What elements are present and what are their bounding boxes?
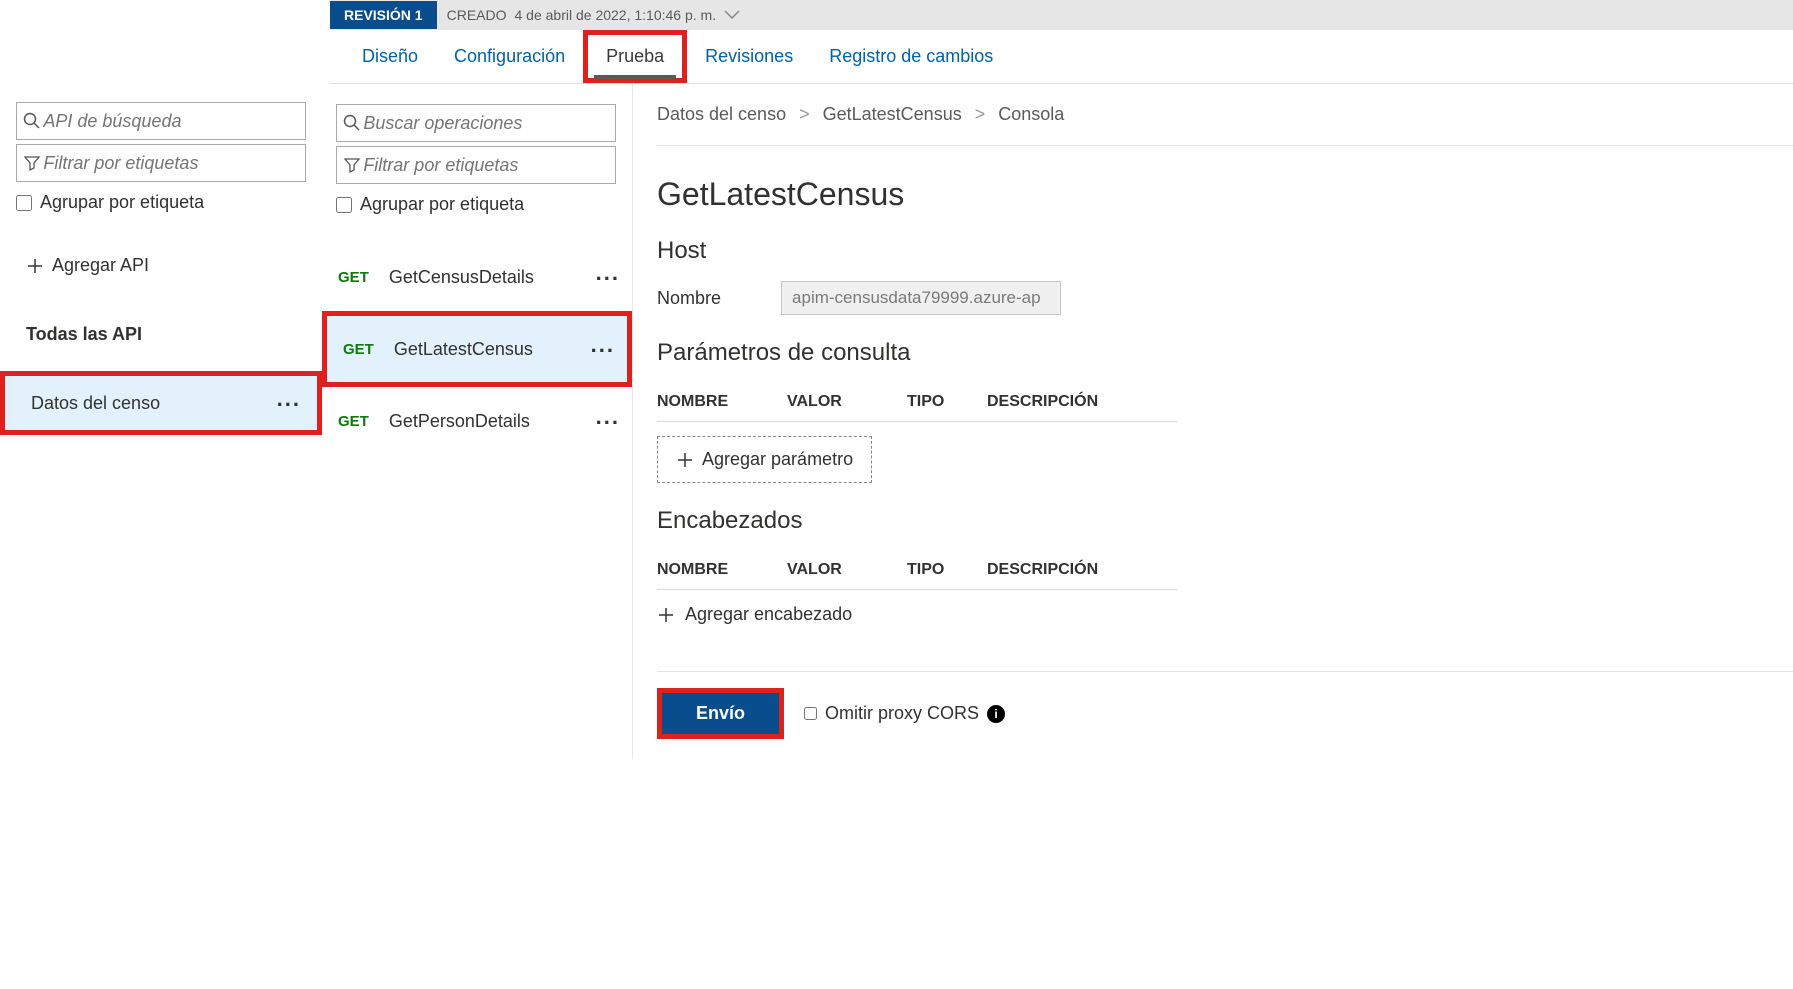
api-item-selected[interactable]: Datos del censo ... bbox=[0, 371, 322, 435]
sidebar-operations: Agrupar por etiqueta GET GetCensusDetails… bbox=[322, 84, 632, 759]
api-group-by-tag[interactable]: Agrupar por etiqueta bbox=[16, 192, 306, 213]
breadcrumb: Datos del censo > GetLatestCensus > Cons… bbox=[657, 84, 1793, 146]
tab-changelog[interactable]: Registro de cambios bbox=[811, 30, 1011, 83]
info-icon[interactable]: i bbox=[987, 705, 1005, 723]
group-by-tag-label: Agrupar por etiqueta bbox=[40, 192, 204, 213]
ellipsis-icon[interactable]: ... bbox=[277, 396, 301, 403]
plus-icon bbox=[657, 606, 675, 624]
group-by-tag-checkbox[interactable] bbox=[16, 195, 32, 211]
tab-design[interactable]: Diseño bbox=[344, 30, 436, 83]
col-type: TIPO bbox=[907, 393, 987, 411]
group-by-tag-checkbox[interactable] bbox=[336, 197, 352, 213]
ops-filter-box[interactable] bbox=[336, 146, 616, 184]
created-date: 4 de abril de 2022, 1:10:46 p. m. bbox=[515, 7, 717, 23]
api-search-input[interactable] bbox=[43, 111, 299, 132]
created-prefix: CREADO bbox=[447, 7, 507, 23]
tab-bar: Diseño Configuración Prueba Revisiones R… bbox=[330, 30, 1793, 84]
add-api-label: Agregar API bbox=[52, 255, 149, 276]
main-panel: Datos del censo > GetLatestCensus > Cons… bbox=[632, 84, 1793, 759]
ops-search-input[interactable] bbox=[363, 113, 609, 134]
ellipsis-icon[interactable]: ... bbox=[596, 414, 620, 421]
skip-cors-checkbox[interactable] bbox=[804, 707, 817, 720]
filter-icon bbox=[23, 154, 43, 172]
tab-test[interactable]: Prueba bbox=[583, 30, 687, 83]
breadcrumb-api[interactable]: Datos del censo bbox=[657, 104, 786, 124]
col-value: VALOR bbox=[787, 561, 907, 579]
operation-item-selected[interactable]: GET GetLatestCensus ... bbox=[322, 311, 632, 387]
all-apis-heading[interactable]: Todas las API bbox=[26, 324, 306, 345]
operation-name: GetPersonDetails bbox=[389, 411, 530, 432]
breadcrumb-op[interactable]: GetLatestCensus bbox=[823, 104, 962, 124]
api-filter-input[interactable] bbox=[43, 153, 299, 174]
headers-heading: Encabezados bbox=[657, 507, 1793, 535]
operation-name: GetLatestCensus bbox=[394, 339, 533, 360]
ops-filter-input[interactable] bbox=[363, 155, 609, 176]
group-by-tag-label: Agrupar por etiqueta bbox=[360, 194, 524, 215]
chevron-down-icon bbox=[724, 10, 740, 20]
revision-bar: REVISIÓN 1 CREADO 4 de abril de 2022, 1:… bbox=[330, 0, 1793, 30]
operation-name: GetCensusDetails bbox=[389, 267, 534, 288]
sidebar-apis: Agrupar por etiqueta Agregar API Todas l… bbox=[0, 84, 322, 759]
operation-item[interactable]: GET GetPersonDetails ... bbox=[322, 387, 632, 455]
api-search-box[interactable] bbox=[16, 102, 306, 140]
col-type: TIPO bbox=[907, 561, 987, 579]
host-heading: Host bbox=[657, 237, 1793, 265]
col-name: NOMBRE bbox=[657, 393, 787, 411]
search-icon bbox=[23, 112, 43, 130]
ops-group-by-tag[interactable]: Agrupar por etiqueta bbox=[336, 194, 618, 215]
breadcrumb-separator: > bbox=[975, 104, 986, 124]
search-icon bbox=[343, 114, 363, 132]
add-header-button[interactable]: Agregar encabezado bbox=[657, 604, 1793, 625]
operations-list: GET GetCensusDetails ... GET GetLatestCens… bbox=[336, 243, 618, 455]
query-params-header: NOMBRE VALOR TIPO DESCRIPCIÓN bbox=[657, 383, 1177, 422]
method-badge: GET bbox=[338, 269, 369, 286]
method-badge: GET bbox=[343, 341, 374, 358]
api-filter-box[interactable] bbox=[16, 144, 306, 182]
ops-search-box[interactable] bbox=[336, 104, 616, 142]
send-row: Envío Omitir proxy CORS i bbox=[657, 671, 1793, 739]
revision-badge: REVISIÓN 1 bbox=[330, 1, 437, 29]
skip-cors-label: Omitir proxy CORS bbox=[825, 703, 979, 724]
skip-cors-row[interactable]: Omitir proxy CORS i bbox=[804, 703, 1005, 724]
breadcrumb-console: Consola bbox=[998, 104, 1064, 124]
revision-created[interactable]: CREADO 4 de abril de 2022, 1:10:46 p. m. bbox=[437, 7, 741, 23]
col-value: VALOR bbox=[787, 393, 907, 411]
host-name-label: Nombre bbox=[657, 288, 721, 309]
ellipsis-icon[interactable]: ... bbox=[591, 342, 615, 349]
col-name: NOMBRE bbox=[657, 561, 787, 579]
api-item-label: Datos del censo bbox=[31, 393, 160, 414]
page-title: GetLatestCensus bbox=[657, 176, 1793, 213]
plus-icon bbox=[26, 257, 44, 275]
breadcrumb-separator: > bbox=[799, 104, 810, 124]
method-badge: GET bbox=[338, 413, 369, 430]
add-parameter-button[interactable]: Agregar parámetro bbox=[657, 436, 872, 483]
add-api-button[interactable]: Agregar API bbox=[26, 255, 306, 276]
send-button[interactable]: Envío bbox=[657, 688, 784, 739]
col-desc: DESCRIPCIÓN bbox=[987, 561, 1177, 579]
add-parameter-label: Agregar parámetro bbox=[702, 449, 853, 470]
headers-header: NOMBRE VALOR TIPO DESCRIPCIÓN bbox=[657, 551, 1177, 590]
add-header-label: Agregar encabezado bbox=[685, 604, 852, 625]
operation-item[interactable]: GET GetCensusDetails ... bbox=[322, 243, 632, 311]
host-row: Nombre bbox=[657, 281, 1793, 315]
tab-revisions[interactable]: Revisiones bbox=[687, 30, 811, 83]
col-desc: DESCRIPCIÓN bbox=[987, 393, 1177, 411]
ellipsis-icon[interactable]: ... bbox=[596, 270, 620, 277]
filter-icon bbox=[343, 156, 363, 174]
query-params-heading: Parámetros de consulta bbox=[657, 339, 1793, 367]
host-input bbox=[781, 281, 1061, 315]
tab-settings[interactable]: Configuración bbox=[436, 30, 583, 83]
plus-icon bbox=[676, 451, 694, 469]
